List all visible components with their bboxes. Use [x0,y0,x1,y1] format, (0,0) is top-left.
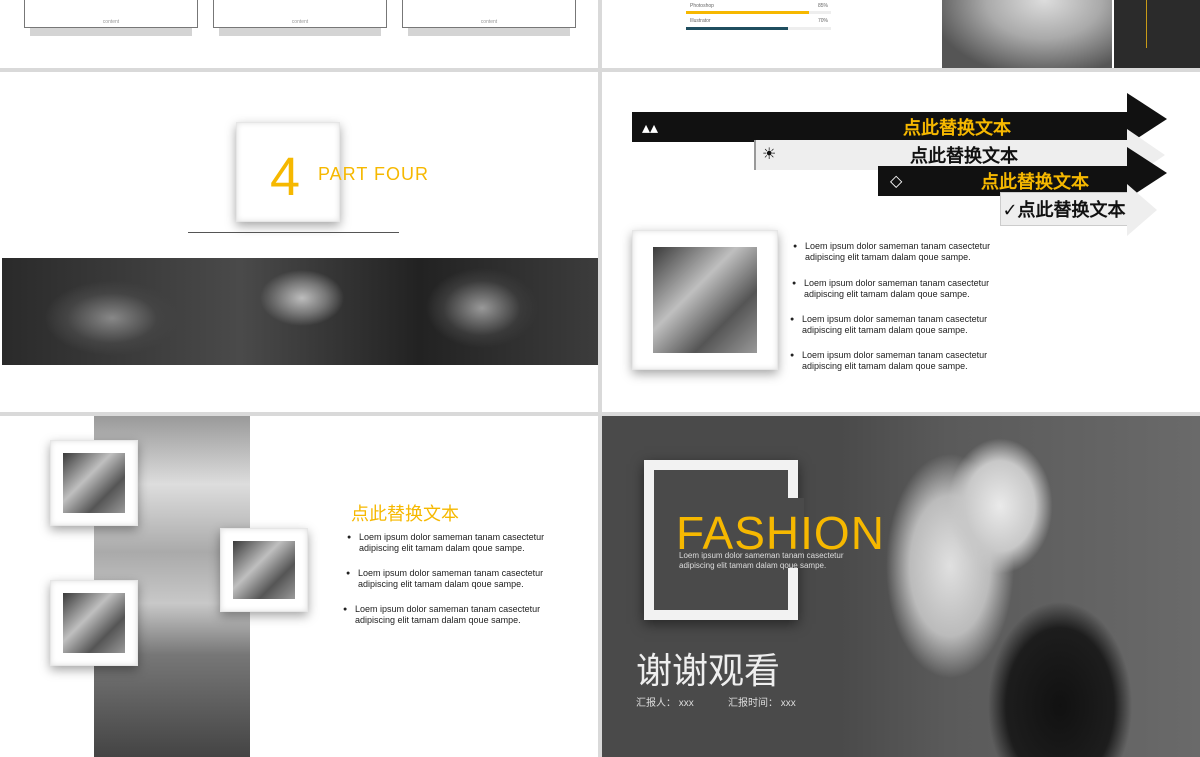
ribbon-1: 点此替换文本 [632,112,1132,142]
divider-line [188,232,399,233]
bullet-line: adipiscing elit tamam dalam qoue sampe. [802,325,968,335]
photo-frame [50,440,138,526]
card-label: content [480,19,498,25]
skill-pct-photoshop: 85% [818,3,829,9]
tag-icon: ◇ [890,173,903,190]
droplets-icon: ▴▴ [642,120,659,137]
slide-thumbnail-1[interactable]: content content content [0,0,598,68]
slide-thumbnail-6[interactable]: FASHION Loem ipsum dolor sameman tanam c… [602,416,1200,757]
ribbon-2-label: 点此替换文本 [910,146,1018,166]
portrait-photo [942,0,1112,68]
skill-bar-fill [686,27,788,30]
slide-title: 点此替换文本 [351,504,459,524]
section-title: PART FOUR [318,164,430,184]
bullet-item-4: Loem ipsum dolor sameman tanam casectetu… [790,350,988,372]
bullet-line: Loem ipsum dolor sameman tanam casectetu… [802,314,988,324]
subtitle-line: Loem ipsum dolor sameman tanam casectetu… [679,551,844,560]
bullet-line: Loem ipsum dolor sameman tanam casectetu… [355,604,541,614]
model-photo [63,593,125,653]
photo-frame [220,528,308,612]
bullet-line: Loem ipsum dolor sameman tanam casectetu… [358,568,544,578]
photo-frame [50,580,138,666]
content-card-1: content [24,0,198,28]
ribbon-4: ✓点此替换文本 [1000,192,1128,226]
bullet-line: adipiscing elit tamam dalam qoue sampe. [359,543,525,553]
skill-pct-illustrator: 70% [818,18,829,24]
bullet-line: Loem ipsum dolor sameman tanam casectetu… [359,532,545,542]
bullet-item-3: Loem ipsum dolor sameman tanam casectetu… [790,314,988,336]
thanks-heading: 谢谢观看 [636,650,781,691]
bullet-item-2: Loem ipsum dolor sameman tanam casectetu… [346,568,544,590]
bullet-item-1: Loem ipsum dolor sameman tanam casectetu… [793,241,991,263]
photo-frame [632,230,778,370]
gold-divider [1146,0,1147,48]
bullet-line: Loem ipsum dolor sameman tanam casectetu… [804,278,990,288]
subtitle-line: adipiscing elit tamam dalam qoue sampe. [679,561,827,570]
section-number: 4 [270,147,301,207]
skill-bar-fill [686,11,810,14]
dark-block [1114,0,1200,68]
report-time-text: 汇报时间： xxx [728,698,796,709]
bullet-item-1: Loem ipsum dolor sameman tanam casectetu… [347,532,545,554]
model-portrait [840,416,1200,757]
card-label: content [291,19,309,25]
skill-bar-photoshop [686,11,831,14]
card-label: content [102,19,120,25]
model-photo [233,541,295,599]
slide-thumbnail-grid: content content content Photoshop 85% Il… [0,0,1200,757]
slide-thumbnail-2[interactable]: Photoshop 85% Illustrator 70% [602,0,1200,68]
bullet-item-2: Loem ipsum dolor sameman tanam casectetu… [792,278,990,300]
bullet-item-3: Loem ipsum dolor sameman tanam casectetu… [343,604,541,626]
ribbon-1-label: 点此替换文本 [903,118,1011,138]
leaves-photo-band [2,258,598,365]
content-card-2: content [213,0,387,28]
ribbon-4-label: ✓点此替换文本 [1002,200,1126,220]
skill-label-illustrator: Illustrator [690,18,711,24]
slide-thumbnail-4[interactable]: 点此替换文本 ▴▴ 点此替换文本 ☀ 点此替换文本 ◇ ✓点此替换文本 Loem… [602,72,1200,412]
model-photo [63,453,125,513]
ribbon-3-label: 点此替换文本 [981,172,1089,192]
skill-bar-illustrator [686,27,831,30]
slide-thumbnail-5[interactable]: 点此替换文本 Loem ipsum dolor sameman tanam ca… [0,416,598,757]
ribbon-4-arrow [1127,184,1157,236]
fashion-subtitle: Loem ipsum dolor sameman tanam casectetu… [679,551,844,571]
sun-icon: ☀ [762,146,777,163]
content-card-3: content [402,0,576,28]
slide-thumbnail-3[interactable]: 4 PART FOUR [0,72,598,412]
model-photo [653,247,757,353]
bullet-line: Loem ipsum dolor sameman tanam casectetu… [802,350,988,360]
bullet-line: adipiscing elit tamam dalam qoue sampe. [355,615,521,625]
skill-label-photoshop: Photoshop [690,3,714,9]
bullet-line: adipiscing elit tamam dalam qoue sampe. [802,361,968,371]
bullet-line: adipiscing elit tamam dalam qoue sampe. [358,579,524,589]
bullet-line: adipiscing elit tamam dalam qoue sampe. [804,289,970,299]
bullet-line: Loem ipsum dolor sameman tanam casectetu… [805,241,991,251]
bullet-line: adipiscing elit tamam dalam qoue sampe. [805,252,971,262]
reporter-text: 汇报人： xxx [636,698,694,709]
